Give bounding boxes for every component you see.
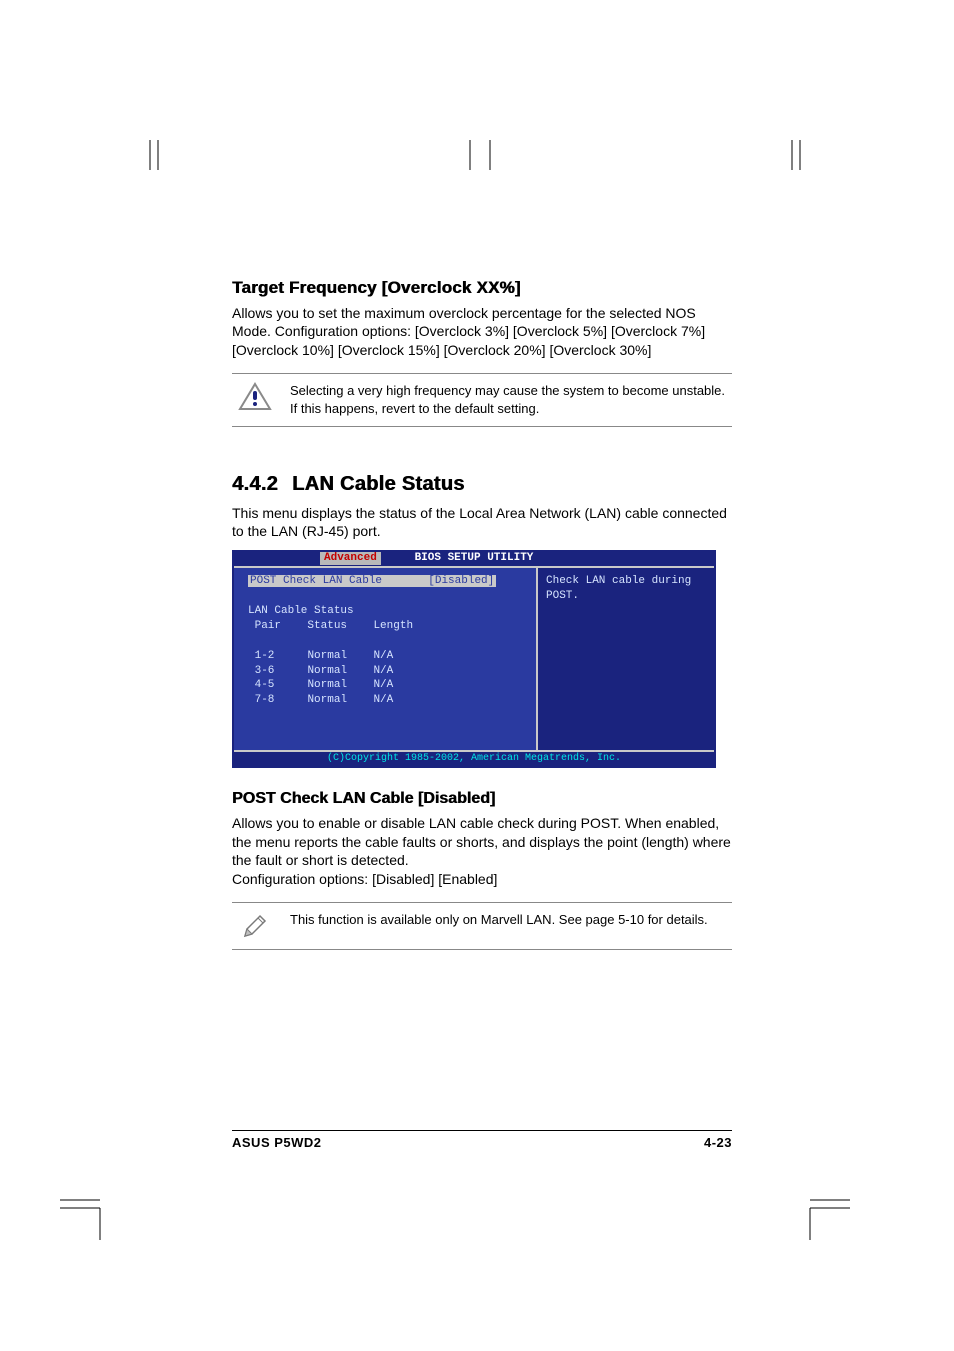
bios-menu-row: BIOS SETUP UTILITY Advanced [234,552,714,566]
warning-icon [234,382,276,412]
post-check-config: Configuration options: [Disabled] [Enabl… [232,870,732,888]
warning-note: Selecting a very high frequency may caus… [232,373,732,426]
lan-intro: This menu displays the status of the Loc… [232,504,732,541]
footer-left: ASUS P5WD2 [232,1135,322,1150]
page-footer: ASUS P5WD2 4-23 [232,1130,732,1150]
post-check-heading: POST Check LAN Cable [Disabled] [232,790,732,808]
bios-main-panel: POST Check LAN Cable [Disabled] LAN Cabl… [234,568,536,750]
pencil-icon [234,911,276,941]
info-note: This function is available only on Marve… [232,902,732,950]
target-frequency-heading: Target Frequency [Overclock XX%] [232,278,732,298]
heading-number: 4.4.2 [232,473,278,495]
bios-copyright: (C)Copyright 1985-2002, American Megatre… [234,752,714,766]
lan-cable-status-heading: 4.4.2 LAN Cable Status [232,473,732,496]
footer-right: 4-23 [704,1135,732,1150]
bios-screenshot: BIOS SETUP UTILITY Advanced POST Check L… [232,550,716,768]
target-frequency-body: Allows you to set the maximum overclock … [232,304,732,359]
heading-text: LAN Cable Status [292,473,465,495]
info-text: This function is available only on Marve… [290,911,728,929]
warning-text: Selecting a very high frequency may caus… [290,382,728,417]
post-check-body: Allows you to enable or disable LAN cabl… [232,814,732,869]
bios-tab-advanced: Advanced [320,552,381,565]
bios-title: BIOS SETUP UTILITY [234,552,714,564]
bios-help-panel: Check LAN cable during POST. [536,568,714,750]
